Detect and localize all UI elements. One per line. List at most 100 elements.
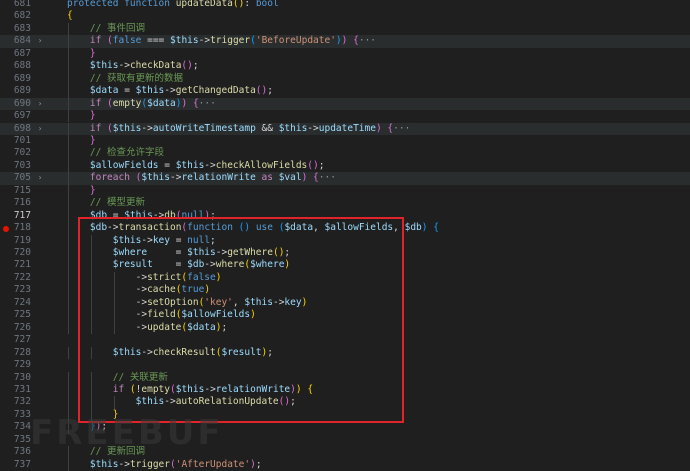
code-text[interactable]: ->strict(false) xyxy=(67,272,222,284)
code-text[interactable]: } xyxy=(67,135,96,147)
code-line[interactable]: 702 // 检查允许字段 xyxy=(0,147,690,160)
code-text[interactable]: // 事件回调 xyxy=(67,23,145,35)
line-number: 737 xyxy=(13,458,31,470)
code-text[interactable]: protected function updateData(): bool xyxy=(67,0,279,10)
code-text[interactable]: $result = $db->where($where) xyxy=(67,259,290,271)
code-line[interactable]: 683 // 事件回调 xyxy=(0,22,690,36)
code-token: $this xyxy=(175,383,205,395)
code-token: -> xyxy=(198,35,211,47)
code-token: $this xyxy=(67,458,119,470)
code-line[interactable]: 726 ->update($data); xyxy=(0,321,690,335)
code-text[interactable]: } xyxy=(67,48,96,60)
code-token: -> xyxy=(107,222,119,234)
code-line[interactable]: 721 $result = $db->where($where) xyxy=(0,259,690,272)
code-line[interactable]: 689 // 获取有更新的数据 xyxy=(0,72,690,86)
code-token: $this xyxy=(170,35,199,47)
code-line[interactable]: 718 $db->transaction(function () use ($d… xyxy=(0,222,690,235)
code-line[interactable]: 701 } xyxy=(0,134,690,148)
code-line[interactable]: 724 ->setOption('key', $this->key) xyxy=(0,296,690,310)
code-token: getChangedData xyxy=(175,85,256,97)
code-line[interactable]: 682 { xyxy=(0,10,690,22)
code-line[interactable]: 715 } xyxy=(0,184,690,198)
code-text[interactable]: $this->checkResult($result); xyxy=(67,347,273,359)
code-token: ··· xyxy=(318,172,336,184)
code-line[interactable]: 681 protected function updateData(): bool xyxy=(0,0,690,10)
line-number: 715 xyxy=(13,184,31,196)
code-line[interactable]: 705 › foreach ($this->relationWrite as $v… xyxy=(0,172,690,185)
code-line[interactable]: 732 $this->autoRelationUpdate(); xyxy=(0,396,690,409)
code-line[interactable]: 731 if (!empty($this->relationWrite)) { xyxy=(0,383,690,397)
code-token: $this xyxy=(112,122,142,134)
code-text[interactable]: { xyxy=(67,10,73,22)
code-token: where xyxy=(215,259,245,271)
code-line[interactable]: 697 } xyxy=(0,110,690,123)
code-text[interactable]: // 检查允许字段 xyxy=(67,147,164,159)
code-line[interactable]: 730 // 关联更新 xyxy=(0,371,690,384)
code-token: field xyxy=(147,309,176,321)
code-text[interactable]: } xyxy=(67,185,96,197)
code-text[interactable]: ->update($data); xyxy=(67,322,228,334)
code-text[interactable]: } xyxy=(67,110,96,122)
fold-chevron-icon[interactable]: › xyxy=(36,123,44,135)
code-text[interactable]: // 获取有更新的数据 xyxy=(67,73,183,85)
fold-chevron-icon[interactable]: › xyxy=(36,172,44,184)
code-token: if xyxy=(67,97,108,109)
code-text[interactable]: $this->checkData(); xyxy=(67,60,199,72)
code-text[interactable]: ->cache(true) xyxy=(67,284,210,296)
code-token: } xyxy=(67,184,96,196)
code-line[interactable]: 684 › if (false === $this->trigger('Befor… xyxy=(0,35,690,48)
code-text[interactable]: ->setOption('key', $this->key) xyxy=(67,297,308,309)
code-line[interactable]: 725 ->field($allowFields) xyxy=(0,309,690,322)
code-text[interactable]: $this->key = null; xyxy=(67,235,216,247)
code-token: use xyxy=(250,222,279,234)
line-number: 698 xyxy=(13,122,31,134)
code-line[interactable]: 722 ->strict(false) xyxy=(0,271,690,285)
code-text[interactable]: if ($this->autoWriteTimestamp && $this->… xyxy=(67,123,410,135)
code-token: } xyxy=(67,47,96,59)
code-token: { xyxy=(67,10,73,22)
code-line[interactable]: 688 $this->checkData(); xyxy=(0,60,690,73)
code-text[interactable]: if (!empty($this->relationWrite)) { xyxy=(67,384,313,396)
code-line[interactable]: 729 xyxy=(0,359,690,371)
code-line[interactable]: 690 › if (empty($data)) {··· xyxy=(0,97,690,111)
code-text[interactable]: if (false === $this->trigger('BeforeUpda… xyxy=(67,35,376,47)
code-text[interactable]: // 模型更新 xyxy=(67,197,145,209)
code-line[interactable]: 689 $data = $this->getChangedData(); xyxy=(0,85,690,98)
code-text[interactable]: $db->transaction(function () use ($data,… xyxy=(67,222,439,234)
code-line[interactable]: 717 $db = $this->db(null); xyxy=(0,209,690,223)
code-line[interactable]: 703 $allowFields = $this->checkAllowFiel… xyxy=(0,159,690,173)
fold-chevron-icon[interactable]: › xyxy=(36,35,44,47)
code-line[interactable]: 723 ->cache(true) xyxy=(0,284,690,297)
code-line[interactable]: 687 } xyxy=(0,47,690,61)
code-text[interactable]: $where = $this->getWhere(); xyxy=(67,247,290,259)
code-text[interactable]: $allowFields = $this->checkAllowFields()… xyxy=(67,160,325,172)
code-token: $this xyxy=(67,60,119,72)
line-number: 724 xyxy=(13,296,31,308)
code-token: checkResult xyxy=(152,346,216,358)
code-token: } xyxy=(67,134,96,146)
code-text[interactable]: $this->autoRelationUpdate(); xyxy=(67,396,296,408)
code-token: $this xyxy=(67,346,142,358)
code-token: = xyxy=(175,247,188,258)
code-text[interactable]: foreach ($this->relationWrite as $val) {… xyxy=(67,172,336,184)
code-text[interactable]: ->field($allowFields) xyxy=(67,309,256,321)
code-text[interactable]: $db = $this->db(null); xyxy=(67,210,216,222)
code-text[interactable]: // 关联更新 xyxy=(67,372,168,384)
code-token: -> xyxy=(67,284,148,296)
code-token: ; xyxy=(267,346,273,358)
code-text[interactable]: if (empty($data)) {··· xyxy=(67,98,216,110)
line-number: 728 xyxy=(13,346,31,358)
code-token: updateTime xyxy=(318,122,376,134)
code-line[interactable]: 728 $this->checkResult($result); xyxy=(0,346,690,360)
code-line[interactable]: 716 // 模型更新 xyxy=(0,197,690,210)
code-line[interactable]: 720 $where = $this->getWhere(); xyxy=(0,247,690,260)
fold-chevron-icon[interactable]: › xyxy=(36,98,44,110)
code-line[interactable]: 727 xyxy=(0,334,690,346)
code-text[interactable]: $data = $this->getChangedData(); xyxy=(67,85,273,97)
code-line[interactable]: 698 › if ($this->autoWriteTimestamp && $t… xyxy=(0,122,690,135)
line-number: 723 xyxy=(13,284,31,296)
code-line[interactable]: 719 $this->key = null; xyxy=(0,234,690,247)
code-text[interactable]: $this->trigger('AfterUpdate'); xyxy=(67,459,262,471)
code-editor[interactable]: 681 protected function updateData(): bool… xyxy=(0,0,690,471)
code-line[interactable]: 737 $this->trigger('AfterUpdate'); xyxy=(0,458,690,471)
